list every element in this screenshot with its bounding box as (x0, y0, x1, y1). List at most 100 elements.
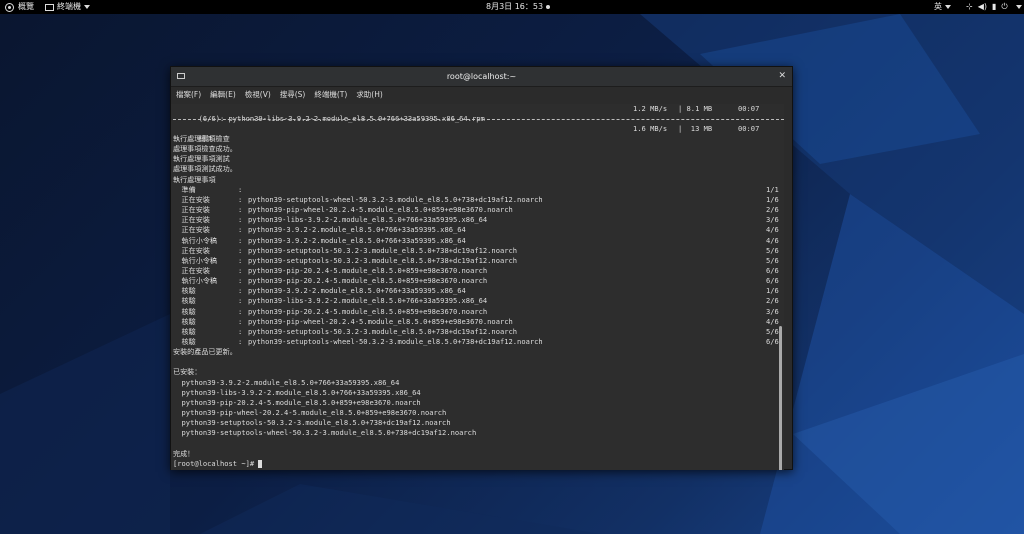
power-icon: ⏻ (1001, 2, 1008, 11)
installed-package: python39-pip-20.2.4-5.module_el8.5.0+859… (173, 398, 421, 407)
battery-icon: ▮ (991, 2, 997, 11)
menu-item[interactable]: 檔案(F) (176, 90, 201, 99)
step-count: 3/6 (766, 215, 779, 224)
step-action: 核驗 (173, 327, 196, 336)
installed-package: python39-setuptools-50.3.2-3.module_el8.… (173, 418, 451, 427)
download-time: 00:07 (738, 104, 760, 113)
chevron-down-icon (1015, 5, 1022, 9)
step-colon: : (238, 327, 243, 336)
top-bar: 概覽 終端機 8月3日 16：53 英 ⊹ ◀) ▮ ⏻ (0, 0, 1024, 14)
step-action: 核驗 (173, 307, 196, 316)
total-speed: 1.6 MB/s (633, 124, 668, 133)
output-line: 處理事項測試成功。 (173, 164, 237, 173)
app-menu-button[interactable]: 終端機 (45, 0, 90, 14)
step-count: 4/6 (766, 236, 779, 245)
clock-button[interactable]: 8月3日 16：53 (486, 0, 551, 14)
step-action: 核驗 (173, 286, 196, 295)
clock-label: 8月3日 16：53 (486, 2, 544, 11)
step-package: python39-3.9.2-2.module_el8.5.0+766+33a5… (248, 225, 466, 234)
step-package: python39-pip-wheel-20.2.4-5.module_el8.5… (248, 205, 513, 214)
download-size: | 8.1 MB (678, 104, 713, 113)
input-method-button[interactable]: 英 (934, 0, 951, 14)
close-icon[interactable]: ✕ (778, 67, 786, 86)
chevron-down-icon (84, 5, 90, 9)
step-colon: : (238, 296, 243, 305)
step-count: 1/6 (766, 286, 779, 295)
network-icon: ⊹ (966, 2, 973, 11)
step-colon: : (238, 205, 243, 214)
menu-item[interactable]: 求助(H) (356, 90, 383, 99)
updated-message: 安裝的產品已更新。 (173, 347, 237, 356)
step-colon: : (238, 307, 243, 316)
step-colon: : (238, 337, 243, 346)
output-line: 執行處理事項 (173, 175, 216, 184)
download-speed: 1.2 MB/s (633, 104, 668, 113)
step-action: 執行小令稿 (173, 276, 218, 285)
step-package: python39-libs-3.9.2-2.module_el8.5.0+766… (248, 296, 488, 305)
step-count: 2/6 (766, 205, 779, 214)
step-package: python39-pip-20.2.4-5.module_el8.5.0+859… (248, 307, 488, 316)
terminal-window: root@localhost:~ ✕ 檔案(F) 編輯(E) 檢視(V) 搜尋(S) 終… (170, 66, 793, 470)
divider (173, 119, 784, 120)
output-line: 執行處理事項測試 (173, 154, 230, 163)
step-count: 6/6 (766, 337, 779, 346)
step-colon: : (238, 286, 243, 295)
total-time: 00:07 (738, 124, 760, 133)
app-menu-label: 終端機 (57, 2, 81, 11)
installed-package: python39-setuptools-wheel-50.3.2-3.modul… (173, 428, 477, 437)
step-colon: : (238, 266, 243, 275)
step-package: python39-setuptools-wheel-50.3.2-3.modul… (248, 195, 543, 204)
step-count: 2/6 (766, 296, 779, 305)
window-title: root@localhost:~ (446, 72, 517, 81)
activities-label: 概覽 (18, 2, 34, 11)
activities-button[interactable]: 概覽 (5, 0, 34, 14)
done-message: 完成！ (173, 449, 195, 458)
step-action: 正在安裝 (173, 246, 210, 255)
step-action: 正在安裝 (173, 195, 210, 204)
scrollbar[interactable] (779, 326, 782, 470)
activities-icon (5, 2, 14, 12)
window-titlebar[interactable]: root@localhost:~ ✕ (171, 67, 792, 87)
chevron-down-icon (945, 5, 951, 9)
terminal-output[interactable]: (6/6): python39-libs-3.9.2-2.module_el8.… (171, 104, 784, 470)
menu-item[interactable]: 編輯(E) (210, 90, 236, 99)
menu-item[interactable]: 搜尋(S) (280, 90, 306, 99)
terminal-icon (45, 3, 54, 11)
shell-prompt: [root@localhost ~]# (173, 459, 263, 469)
text-cursor (258, 460, 263, 468)
step-count: 4/6 (766, 317, 779, 326)
step-package: python39-pip-20.2.4-5.module_el8.5.0+859… (248, 276, 488, 285)
menu-item[interactable]: 終端機(T) (314, 90, 347, 99)
step-package: python39-pip-20.2.4-5.module_el8.5.0+859… (248, 266, 488, 275)
step-colon: : (238, 276, 243, 285)
step-action: 執行小令稿 (173, 256, 218, 265)
step-package: python39-setuptools-50.3.2-3.module_el8.… (248, 246, 518, 255)
installed-package: python39-3.9.2-2.module_el8.5.0+766+33a5… (173, 378, 400, 387)
step-action: 核驗 (173, 296, 196, 305)
step-action: 執行小令稿 (173, 236, 218, 245)
step-action: 核驗 (173, 317, 196, 326)
system-menu-button[interactable]: ⊹ ◀) ▮ ⏻ (966, 0, 1022, 14)
step-action: 正在安裝 (173, 266, 210, 275)
step-action: 正在安裝 (173, 205, 210, 214)
step-action: 核驗 (173, 337, 196, 346)
step-colon: : (238, 317, 243, 326)
step-package: python39-pip-wheel-20.2.4-5.module_el8.5… (248, 317, 513, 326)
step-colon: : (238, 195, 243, 204)
step-package: python39-setuptools-wheel-50.3.2-3.modul… (248, 337, 543, 346)
menu-item[interactable]: 檢視(V) (245, 90, 271, 99)
step-colon: : (238, 256, 243, 265)
step-count: 5/6 (766, 246, 779, 255)
step-package: python39-setuptools-50.3.2-3.module_el8.… (248, 256, 518, 265)
step-action: 正在安裝 (173, 225, 210, 234)
step-package: python39-3.9.2-2.module_el8.5.0+766+33a5… (248, 236, 466, 245)
step-action: 準備 (173, 185, 196, 194)
installed-header: 已安裝： (173, 367, 202, 376)
step-count: 1/1 (766, 185, 779, 194)
step-package: python39-libs-3.9.2-2.module_el8.5.0+766… (248, 215, 488, 224)
notification-dot-icon (546, 5, 551, 9)
step-count: 5/6 (766, 327, 779, 336)
total-size: | 13 MB (678, 124, 713, 133)
output-line: 處理事項檢查成功。 (173, 144, 237, 153)
input-method-label: 英 (934, 2, 942, 11)
